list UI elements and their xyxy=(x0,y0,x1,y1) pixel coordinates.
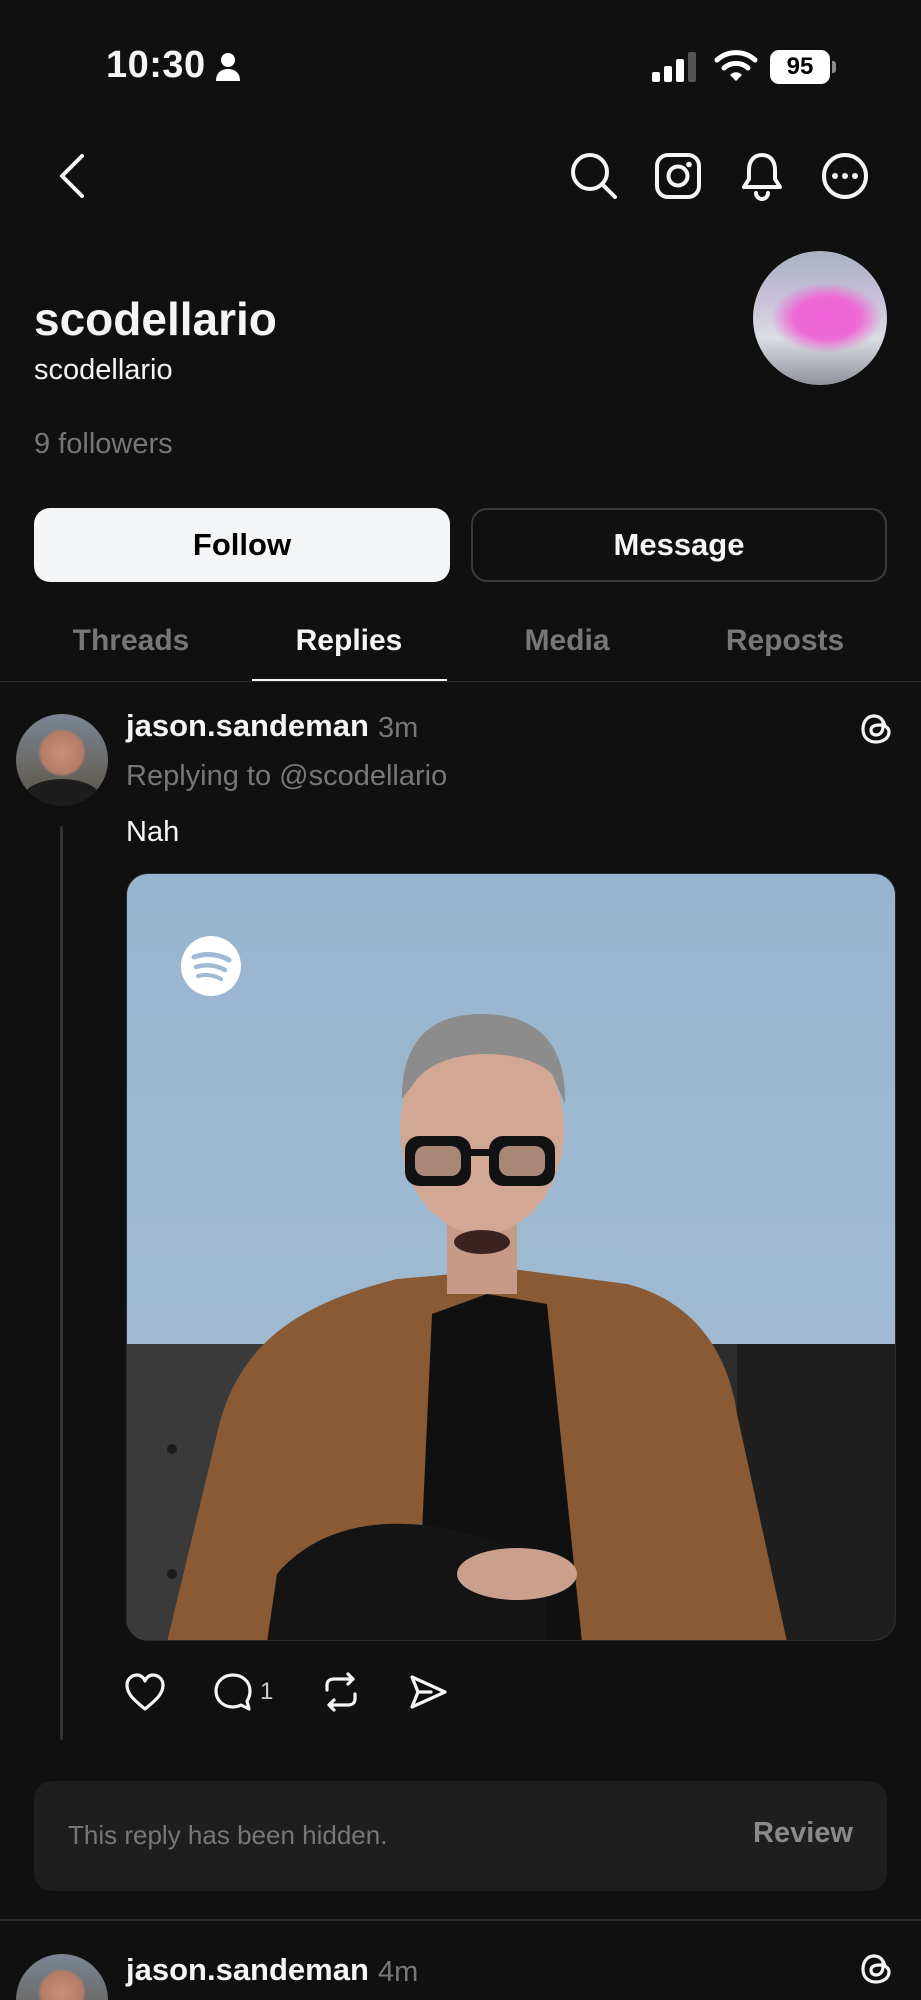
like-button[interactable] xyxy=(124,1668,166,1716)
person-icon xyxy=(216,53,240,81)
battery-indicator: 95 xyxy=(770,50,836,84)
more-options-button[interactable] xyxy=(817,148,873,204)
notifications-button[interactable] xyxy=(734,148,790,204)
post-text: Nah xyxy=(126,816,180,848)
comment-button[interactable]: 1 xyxy=(212,1668,273,1716)
threads-logo-icon[interactable] xyxy=(858,1950,896,1988)
avatar[interactable] xyxy=(16,1954,108,2000)
bell-icon xyxy=(742,153,782,201)
message-button[interactable]: Message xyxy=(471,508,887,582)
more-horizontal-icon xyxy=(822,153,868,199)
tab-replies[interactable]: Replies xyxy=(239,624,459,658)
repost-button[interactable] xyxy=(320,1668,362,1716)
post-timestamp: 4m xyxy=(378,1956,419,1988)
profile-avatar[interactable] xyxy=(753,251,887,385)
profile-tabs: Threads Replies Media Reposts xyxy=(0,612,921,682)
divider xyxy=(0,1919,921,1921)
post-username[interactable]: jason.sandeman xyxy=(126,708,369,744)
comment-icon xyxy=(214,1673,252,1711)
avatar[interactable] xyxy=(16,714,108,806)
profile-handle: scodellario xyxy=(34,354,173,386)
follow-button[interactable]: Follow xyxy=(34,508,450,582)
battery-level: 95 xyxy=(770,50,830,84)
search-button[interactable] xyxy=(566,148,622,204)
tab-media[interactable]: Media xyxy=(457,624,677,658)
hidden-reply-text: This reply has been hidden. xyxy=(68,1820,388,1850)
tab-threads[interactable]: Threads xyxy=(21,624,241,658)
post-username[interactable]: jason.sandeman xyxy=(126,1952,369,1988)
search-icon xyxy=(571,153,617,199)
wifi-icon xyxy=(714,50,758,81)
share-button[interactable] xyxy=(407,1668,449,1716)
review-button[interactable]: Review xyxy=(753,1817,853,1850)
cellular-signal-icon xyxy=(652,52,696,82)
instagram-icon xyxy=(655,153,701,199)
send-icon xyxy=(410,1675,447,1709)
media-image xyxy=(127,1014,895,1640)
thread-line xyxy=(60,826,63,1740)
status-time: 10:30 xyxy=(106,44,206,86)
post-timestamp: 3m xyxy=(378,712,419,744)
back-button[interactable] xyxy=(46,148,96,204)
replying-to[interactable]: Replying to @scodellario xyxy=(126,760,447,793)
profile-display-name: scodellario xyxy=(34,293,277,345)
tab-reposts[interactable]: Reposts xyxy=(675,624,895,658)
chevron-left-icon xyxy=(60,154,84,198)
post-media[interactable] xyxy=(126,873,896,1641)
followers-count[interactable]: 9 followers xyxy=(34,428,173,461)
active-tab-indicator xyxy=(252,679,447,681)
heart-icon xyxy=(125,1673,165,1711)
repost-icon xyxy=(325,1672,357,1712)
hidden-reply-notice: This reply has been hidden. Review xyxy=(34,1781,887,1891)
spotify-icon xyxy=(181,936,241,996)
instagram-button[interactable] xyxy=(650,148,706,204)
status-bar: 10:30 95 xyxy=(0,0,921,130)
threads-logo-icon[interactable] xyxy=(858,710,896,748)
comment-count: 1 xyxy=(260,1678,274,1705)
battery-tip xyxy=(832,61,836,73)
